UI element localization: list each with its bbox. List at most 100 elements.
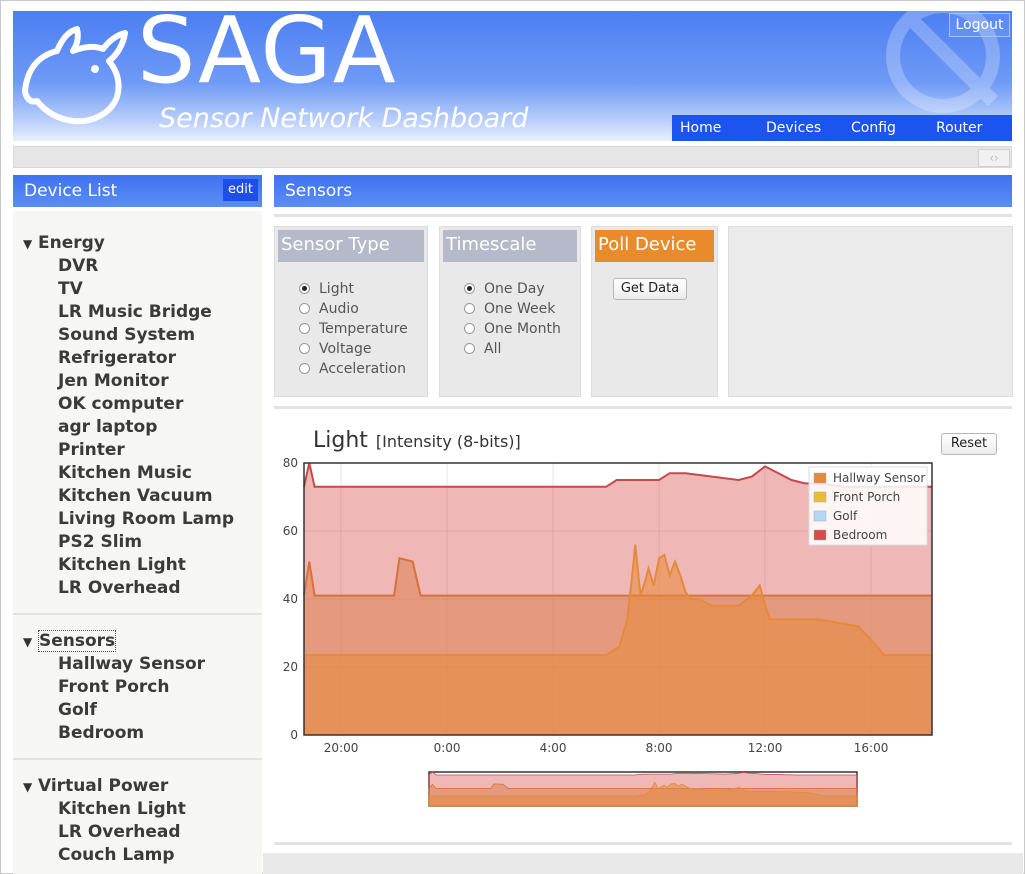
expand-arrows-icon[interactable]: ‹› [978, 149, 1010, 167]
group-virtual-power[interactable]: ▼ Virtual Power [23, 776, 168, 796]
list-item[interactable]: Jen Monitor [58, 371, 169, 391]
list-item[interactable]: Kitchen Music [58, 463, 192, 483]
footer-bar [263, 853, 1023, 874]
breadcrumb-strip: ‹› [13, 146, 1012, 168]
list-item[interactable]: LR Overhead [58, 822, 181, 842]
poll-device-title: Poll Device [595, 230, 714, 262]
list-item[interactable]: Kitchen Light [58, 555, 186, 575]
info-box [728, 226, 1013, 397]
radio-acceleration[interactable]: Acceleration [299, 361, 406, 377]
group-sensors[interactable]: ▼ Sensors [23, 630, 117, 652]
radio-icon[interactable] [464, 343, 475, 354]
x-tick-label: 4:00 [540, 741, 567, 755]
list-item[interactable]: Golf [58, 700, 97, 720]
y-tick-label: 60 [283, 524, 298, 538]
divider [13, 613, 262, 615]
sensor-type-title: Sensor Type [278, 230, 424, 262]
nav-home[interactable]: Home [680, 115, 721, 141]
x-tick-label: 20:00 [324, 741, 359, 755]
list-item[interactable]: PS2 Slim [58, 532, 142, 552]
list-item[interactable]: Kitchen Light [58, 799, 186, 819]
radio-all[interactable]: All [464, 341, 501, 357]
device-list: ▼ Energy DVR TV LR Music Bridge Sound Sys… [13, 211, 262, 874]
divider [274, 214, 1012, 217]
nav-router[interactable]: Router [936, 115, 982, 141]
nav-devices[interactable]: Devices [766, 115, 821, 141]
legend-swatch [813, 529, 827, 541]
radio-temperature[interactable]: Temperature [299, 321, 408, 337]
radio-one-week[interactable]: One Week [464, 301, 555, 317]
list-item[interactable]: LR Overhead [58, 578, 181, 598]
get-data-button[interactable]: Get Data [613, 278, 687, 300]
list-item[interactable]: Bedroom [58, 723, 144, 743]
radio-selected-icon[interactable] [464, 283, 475, 294]
collapse-triangle-icon[interactable]: ▼ [23, 635, 38, 649]
app-title: SAGA [137, 11, 397, 104]
list-item[interactable]: agr laptop [58, 417, 157, 437]
list-item[interactable]: LR Music Bridge [58, 302, 212, 322]
sensors-header: Sensors [274, 175, 1012, 207]
legend-label: Hallway Sensor [833, 471, 925, 485]
divider [13, 758, 262, 760]
edit-button[interactable]: edit [223, 179, 258, 201]
poll-device-box: Poll Device Get Data [591, 226, 718, 397]
list-item[interactable]: Printer [58, 440, 125, 460]
legend-label: Bedroom [833, 528, 887, 542]
radio-one-day[interactable]: One Day [464, 281, 545, 297]
y-tick-label: 0 [290, 728, 298, 742]
rhino-logo-icon [22, 26, 128, 125]
list-item[interactable]: Living Room Lamp [58, 509, 234, 529]
device-list-header: Device List edit [13, 175, 262, 207]
radio-icon[interactable] [464, 303, 475, 314]
y-tick-label: 40 [283, 592, 298, 606]
list-item[interactable]: Front Porch [58, 677, 169, 697]
list-item[interactable]: Sound System [58, 325, 195, 345]
radio-voltage[interactable]: Voltage [299, 341, 372, 357]
list-item[interactable]: Hallway Sensor [58, 654, 205, 674]
list-item[interactable]: Kitchen Vacuum [58, 486, 213, 506]
chart-title: Light [Intensity (8-bits)] [313, 428, 521, 453]
x-tick-label: 8:00 [646, 741, 673, 755]
timescale-title: Timescale [443, 230, 577, 262]
list-item[interactable]: Couch Lamp [58, 845, 175, 865]
legend-swatch [813, 510, 827, 522]
collapse-triangle-icon[interactable]: ▼ [23, 237, 38, 251]
list-item[interactable]: DVR [58, 256, 98, 276]
app-subtitle: Sensor Network Dashboard [159, 103, 529, 134]
divider [274, 842, 1012, 845]
y-tick-label: 20 [283, 660, 298, 674]
list-item[interactable]: Refrigerator [58, 348, 176, 368]
device-list-title: Device List [24, 181, 118, 201]
app-header: SAGA Sensor Network Dashboard Logout Hom… [13, 11, 1012, 141]
radio-audio[interactable]: Audio [299, 301, 359, 317]
radio-light[interactable]: Light [299, 281, 354, 297]
timescale-box: Timescale One Day One Week One Month All [439, 226, 581, 397]
y-tick-label: 80 [283, 456, 298, 470]
legend-swatch [813, 491, 827, 503]
sensor-type-box: Sensor Type Light Audio Temperature Volt… [274, 226, 428, 397]
radio-icon[interactable] [464, 323, 475, 334]
radio-icon[interactable] [299, 343, 310, 354]
collapse-triangle-icon[interactable]: ▼ [23, 780, 38, 794]
x-tick-label: 12:00 [748, 741, 783, 755]
list-item[interactable]: TV [58, 279, 83, 299]
list-item[interactable]: OK computer [58, 394, 183, 414]
chart-unit-label: [Intensity (8-bits)] [375, 432, 521, 451]
radio-icon[interactable] [299, 323, 310, 334]
x-tick-label: 16:00 [854, 741, 889, 755]
x-tick-label: 0:00 [434, 741, 461, 755]
legend-label: Front Porch [833, 490, 900, 504]
radio-selected-icon[interactable] [299, 283, 310, 294]
top-nav: Home Devices Config Router [672, 115, 1012, 141]
logout-button[interactable]: Logout [949, 13, 1010, 37]
divider [274, 406, 1012, 409]
legend-label: Golf [833, 509, 858, 523]
radio-icon[interactable] [299, 303, 310, 314]
light-chart[interactable]: 0 20 40 60 80 20:00 0:00 4:00 8:00 12:00 16:00 Hall… [274, 455, 1012, 815]
nav-config[interactable]: Config [851, 115, 896, 141]
reset-button[interactable]: Reset [941, 433, 997, 455]
radio-one-month[interactable]: One Month [464, 321, 561, 337]
legend-swatch [813, 472, 827, 484]
radio-icon[interactable] [299, 363, 310, 374]
group-energy[interactable]: ▼ Energy [23, 233, 105, 253]
